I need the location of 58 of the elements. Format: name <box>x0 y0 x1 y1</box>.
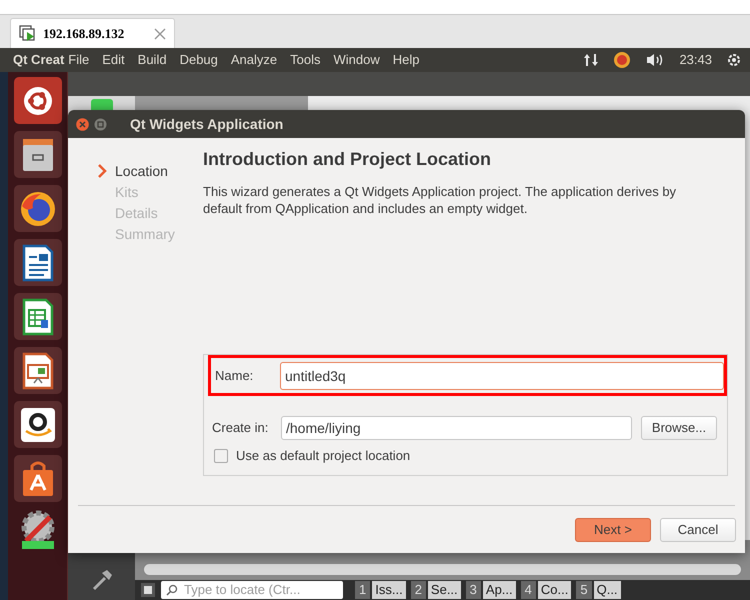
name-field[interactable]: untitled3q <box>280 362 724 390</box>
search-icon <box>166 584 180 596</box>
menu-item[interactable]: Analyze <box>230 50 278 70</box>
fox-globe-icon[interactable] <box>14 185 62 232</box>
sidebar-toggle[interactable] <box>141 583 155 597</box>
cancel-button[interactable]: Cancel <box>660 518 736 542</box>
file-cabinet-icon[interactable] <box>14 131 62 178</box>
remote-screen-icon <box>19 24 37 42</box>
checkbox-label: Use as default project location <box>236 447 410 465</box>
menu-item[interactable]: Help <box>392 50 420 70</box>
menu-item[interactable]: Edit <box>102 50 125 70</box>
wizard-step: Kits <box>115 182 138 202</box>
output-pane-button[interactable]: Iss... <box>372 581 406 599</box>
ubuntu-logo-icon[interactable] <box>14 77 62 124</box>
network-arrows-icon[interactable] <box>583 52 600 68</box>
browser-tab[interactable]: 192.168.89.132 <box>10 18 175 48</box>
chevron-icon <box>97 164 107 178</box>
browse-button[interactable]: Browse... <box>641 416 717 440</box>
presentation-icon[interactable] <box>14 347 62 394</box>
wizard-step: Details <box>115 202 158 224</box>
menu-item[interactable]: Window <box>334 50 380 70</box>
pane-number: 4 <box>520 581 536 599</box>
dialog-title: Qt Widgets Application <box>130 114 284 134</box>
output-pane-button[interactable]: Co... <box>538 581 572 599</box>
pane-number: 2 <box>410 581 426 599</box>
wizard-step: Location <box>115 160 168 182</box>
document-icon[interactable] <box>14 239 62 286</box>
pane-number: 1 <box>355 581 370 599</box>
close-icon[interactable] <box>76 118 89 130</box>
pane-number: 5 <box>576 581 592 599</box>
wizard-step: Summary <box>115 224 175 244</box>
menu-item[interactable]: Tools <box>290 50 320 70</box>
input-method-icon[interactable] <box>613 51 632 69</box>
checkbox[interactable] <box>214 448 228 463</box>
clock[interactable]: 23:43 <box>679 50 712 70</box>
create-in-label: Create in: <box>212 419 270 438</box>
output-pane-button[interactable]: Q... <box>594 581 621 599</box>
location-field[interactable]: /home/liying <box>281 416 632 440</box>
tab-title: 192.168.89.132 <box>43 24 124 43</box>
page-heading: Introduction and Project Location <box>203 148 492 171</box>
close-icon[interactable] <box>154 28 166 40</box>
name-label: Name: <box>215 366 254 385</box>
menu-item[interactable]: File <box>68 50 90 70</box>
spreadsheet-icon[interactable] <box>14 293 62 340</box>
menu-item[interactable]: Build <box>138 50 167 70</box>
pane-number: 3 <box>466 581 481 599</box>
minimize-icon[interactable] <box>94 118 107 130</box>
locator-field[interactable]: Type to locate (Ctr... <box>161 581 343 599</box>
locator-input[interactable]: Type to locate (Ctr... <box>184 580 338 600</box>
menu-item[interactable]: Debug <box>180 50 218 70</box>
power-gear-icon[interactable] <box>726 52 742 68</box>
next-button[interactable]: Next > <box>575 518 651 542</box>
app-name: Qt Creat <box>13 51 64 70</box>
page-description: This wizard generates a Qt Widgets Application project. The application derives by default from QApplication and includes an empty widget. <box>203 183 678 217</box>
horizontal-scrollbar[interactable] <box>143 563 742 576</box>
shopping-bag-icon[interactable] <box>14 455 62 502</box>
output-pane-button[interactable]: Ap... <box>482 581 516 599</box>
output-pane-button[interactable]: Se... <box>428 581 461 599</box>
